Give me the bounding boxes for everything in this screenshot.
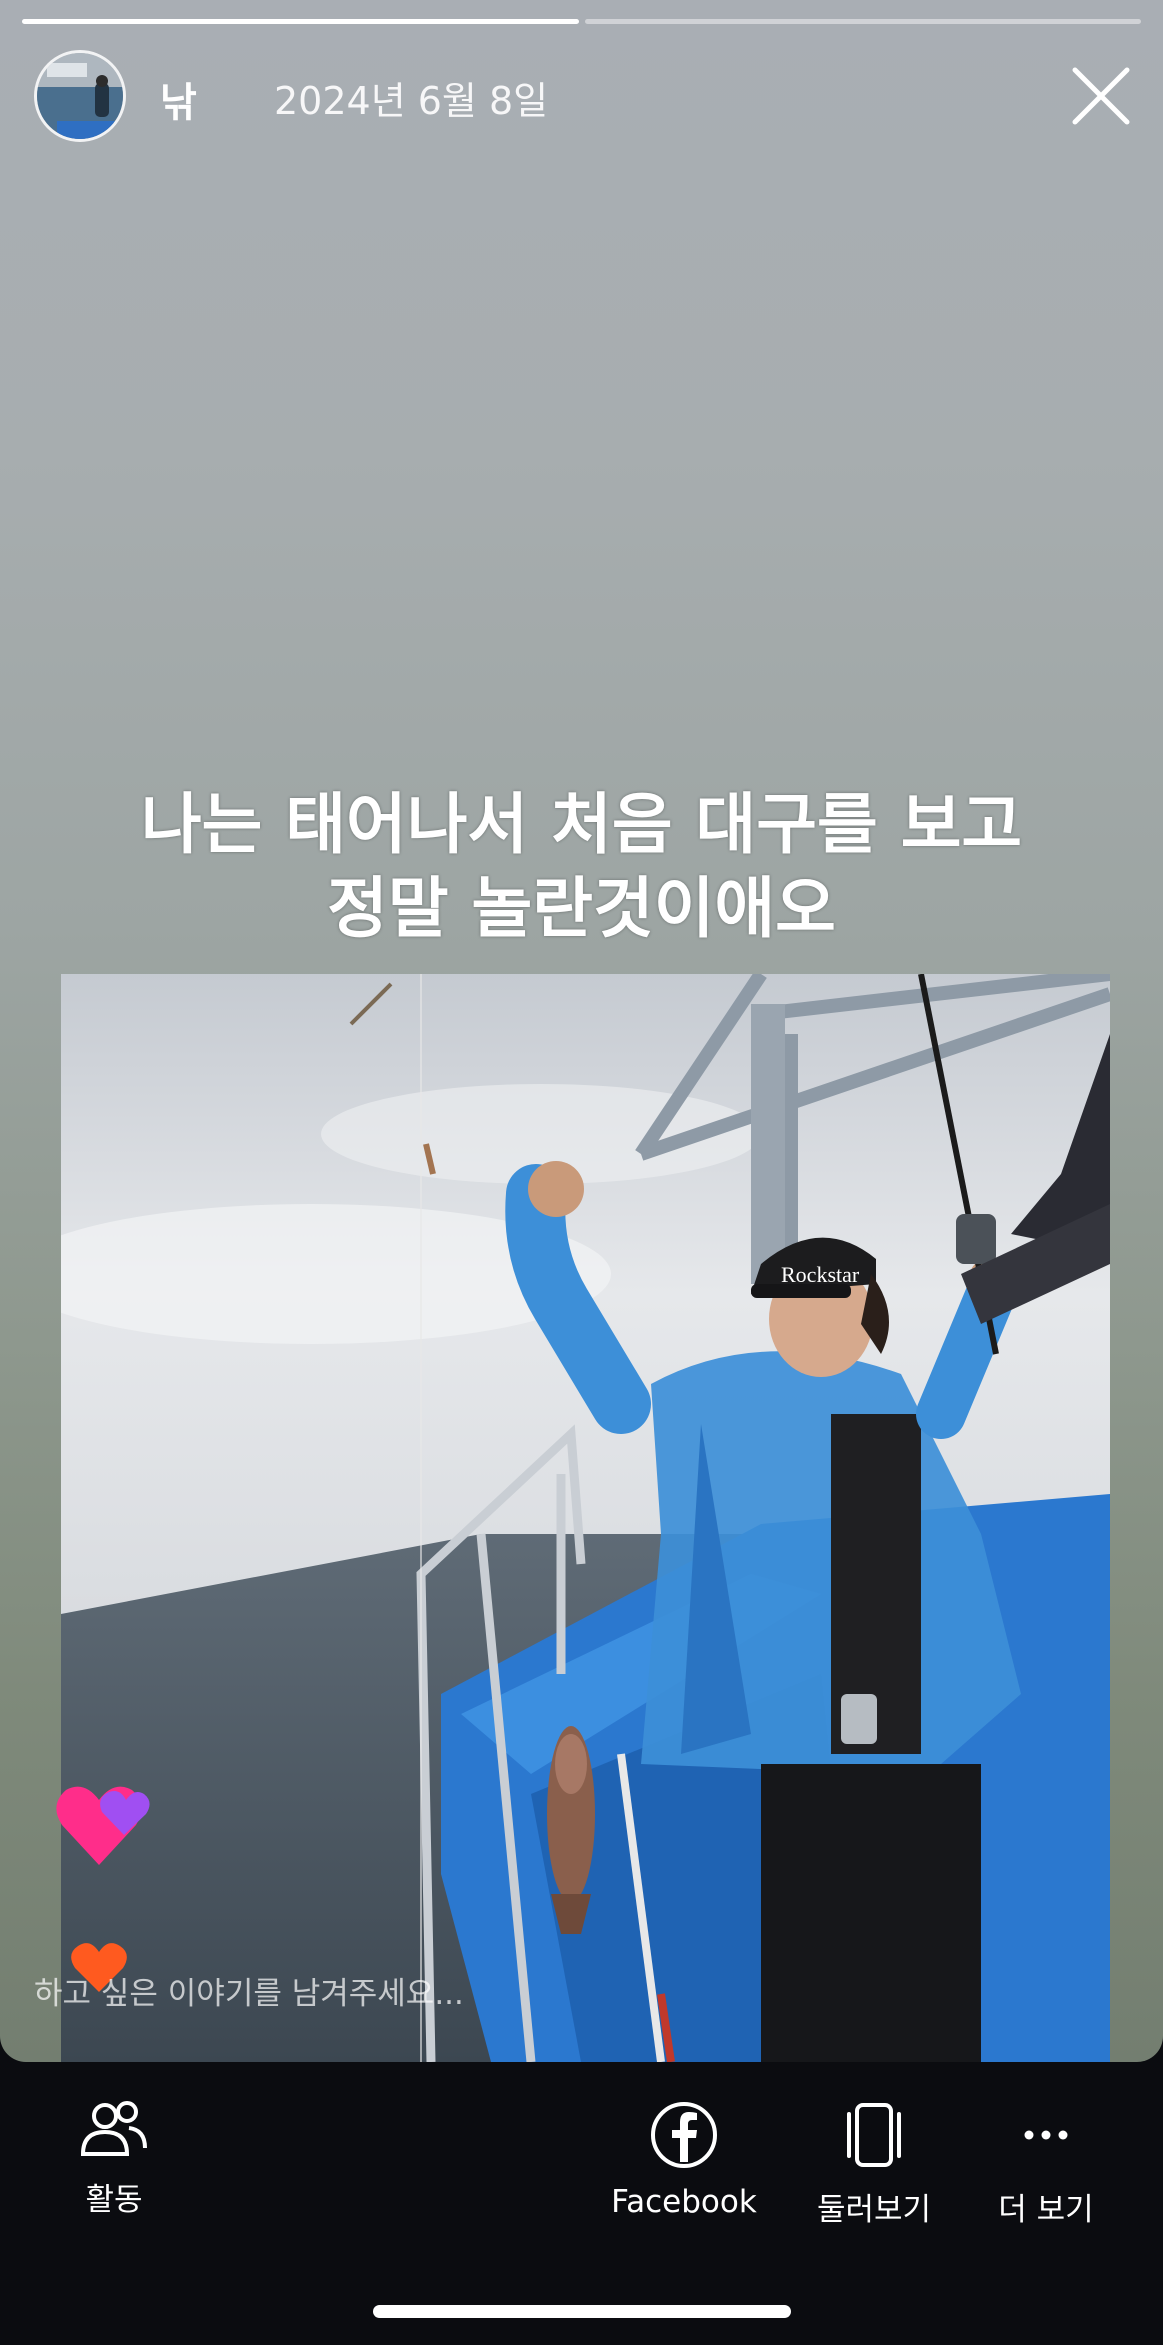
caption-line-1: 나는 태어나서 처음 대구를 보고 bbox=[140, 786, 1023, 863]
more-label: 더 보기 bbox=[998, 2192, 1094, 2228]
heart-reaction-icon bbox=[56, 1786, 150, 1865]
caption-line-2: 정말 놀란것이애오 bbox=[327, 870, 836, 947]
cap-logo-text: Rockstar bbox=[781, 1262, 860, 1287]
story-caption: 나는 태어나서 처음 대구를 보고 정말 놀란것이애오 bbox=[0, 783, 1163, 951]
story-progress-bar bbox=[22, 19, 1141, 24]
facebook-label: Facebook bbox=[611, 2184, 757, 2220]
story-date: 2024년 6월 8일 bbox=[274, 79, 549, 123]
browse-button[interactable]: 둘러보기 bbox=[811, 2100, 937, 2229]
progress-segment bbox=[584, 19, 1141, 24]
facebook-button[interactable]: Facebook bbox=[604, 2100, 764, 2220]
home-indicator[interactable] bbox=[373, 2305, 791, 2318]
reaction-hearts bbox=[54, 1780, 154, 1870]
people-icon bbox=[80, 2101, 147, 2156]
ellipsis-icon bbox=[1024, 2130, 1068, 2140]
browse-label: 둘러보기 bbox=[816, 2192, 932, 2228]
more-button[interactable]: 더 보기 bbox=[996, 2100, 1096, 2229]
carousel-icon bbox=[847, 2103, 901, 2167]
facebook-icon bbox=[651, 2102, 717, 2168]
story-username[interactable]: 낚 bbox=[160, 70, 197, 128]
avatar[interactable] bbox=[34, 50, 126, 142]
avatar-image bbox=[37, 53, 123, 139]
close-button[interactable] bbox=[1069, 64, 1133, 128]
story-photo: Rockstar bbox=[61, 974, 1110, 2062]
activity-label: 활동 bbox=[85, 2182, 143, 2218]
reply-input[interactable]: 하고 싶은 이야기를 남겨주세요... bbox=[34, 1968, 464, 2013]
activity-button[interactable]: 활동 bbox=[64, 2100, 164, 2219]
bottom-action-bar bbox=[0, 2062, 1163, 2345]
close-icon bbox=[1072, 67, 1130, 125]
story-header: 낚 2024년 6월 8일 bbox=[34, 50, 1143, 142]
fishing-photo: Rockstar bbox=[61, 974, 1110, 2062]
progress-segment bbox=[22, 19, 579, 24]
story-viewer[interactable]: 낚 2024년 6월 8일 나는 태어나서 처음 대구를 보고 정말 놀란것이애… bbox=[0, 0, 1163, 2062]
